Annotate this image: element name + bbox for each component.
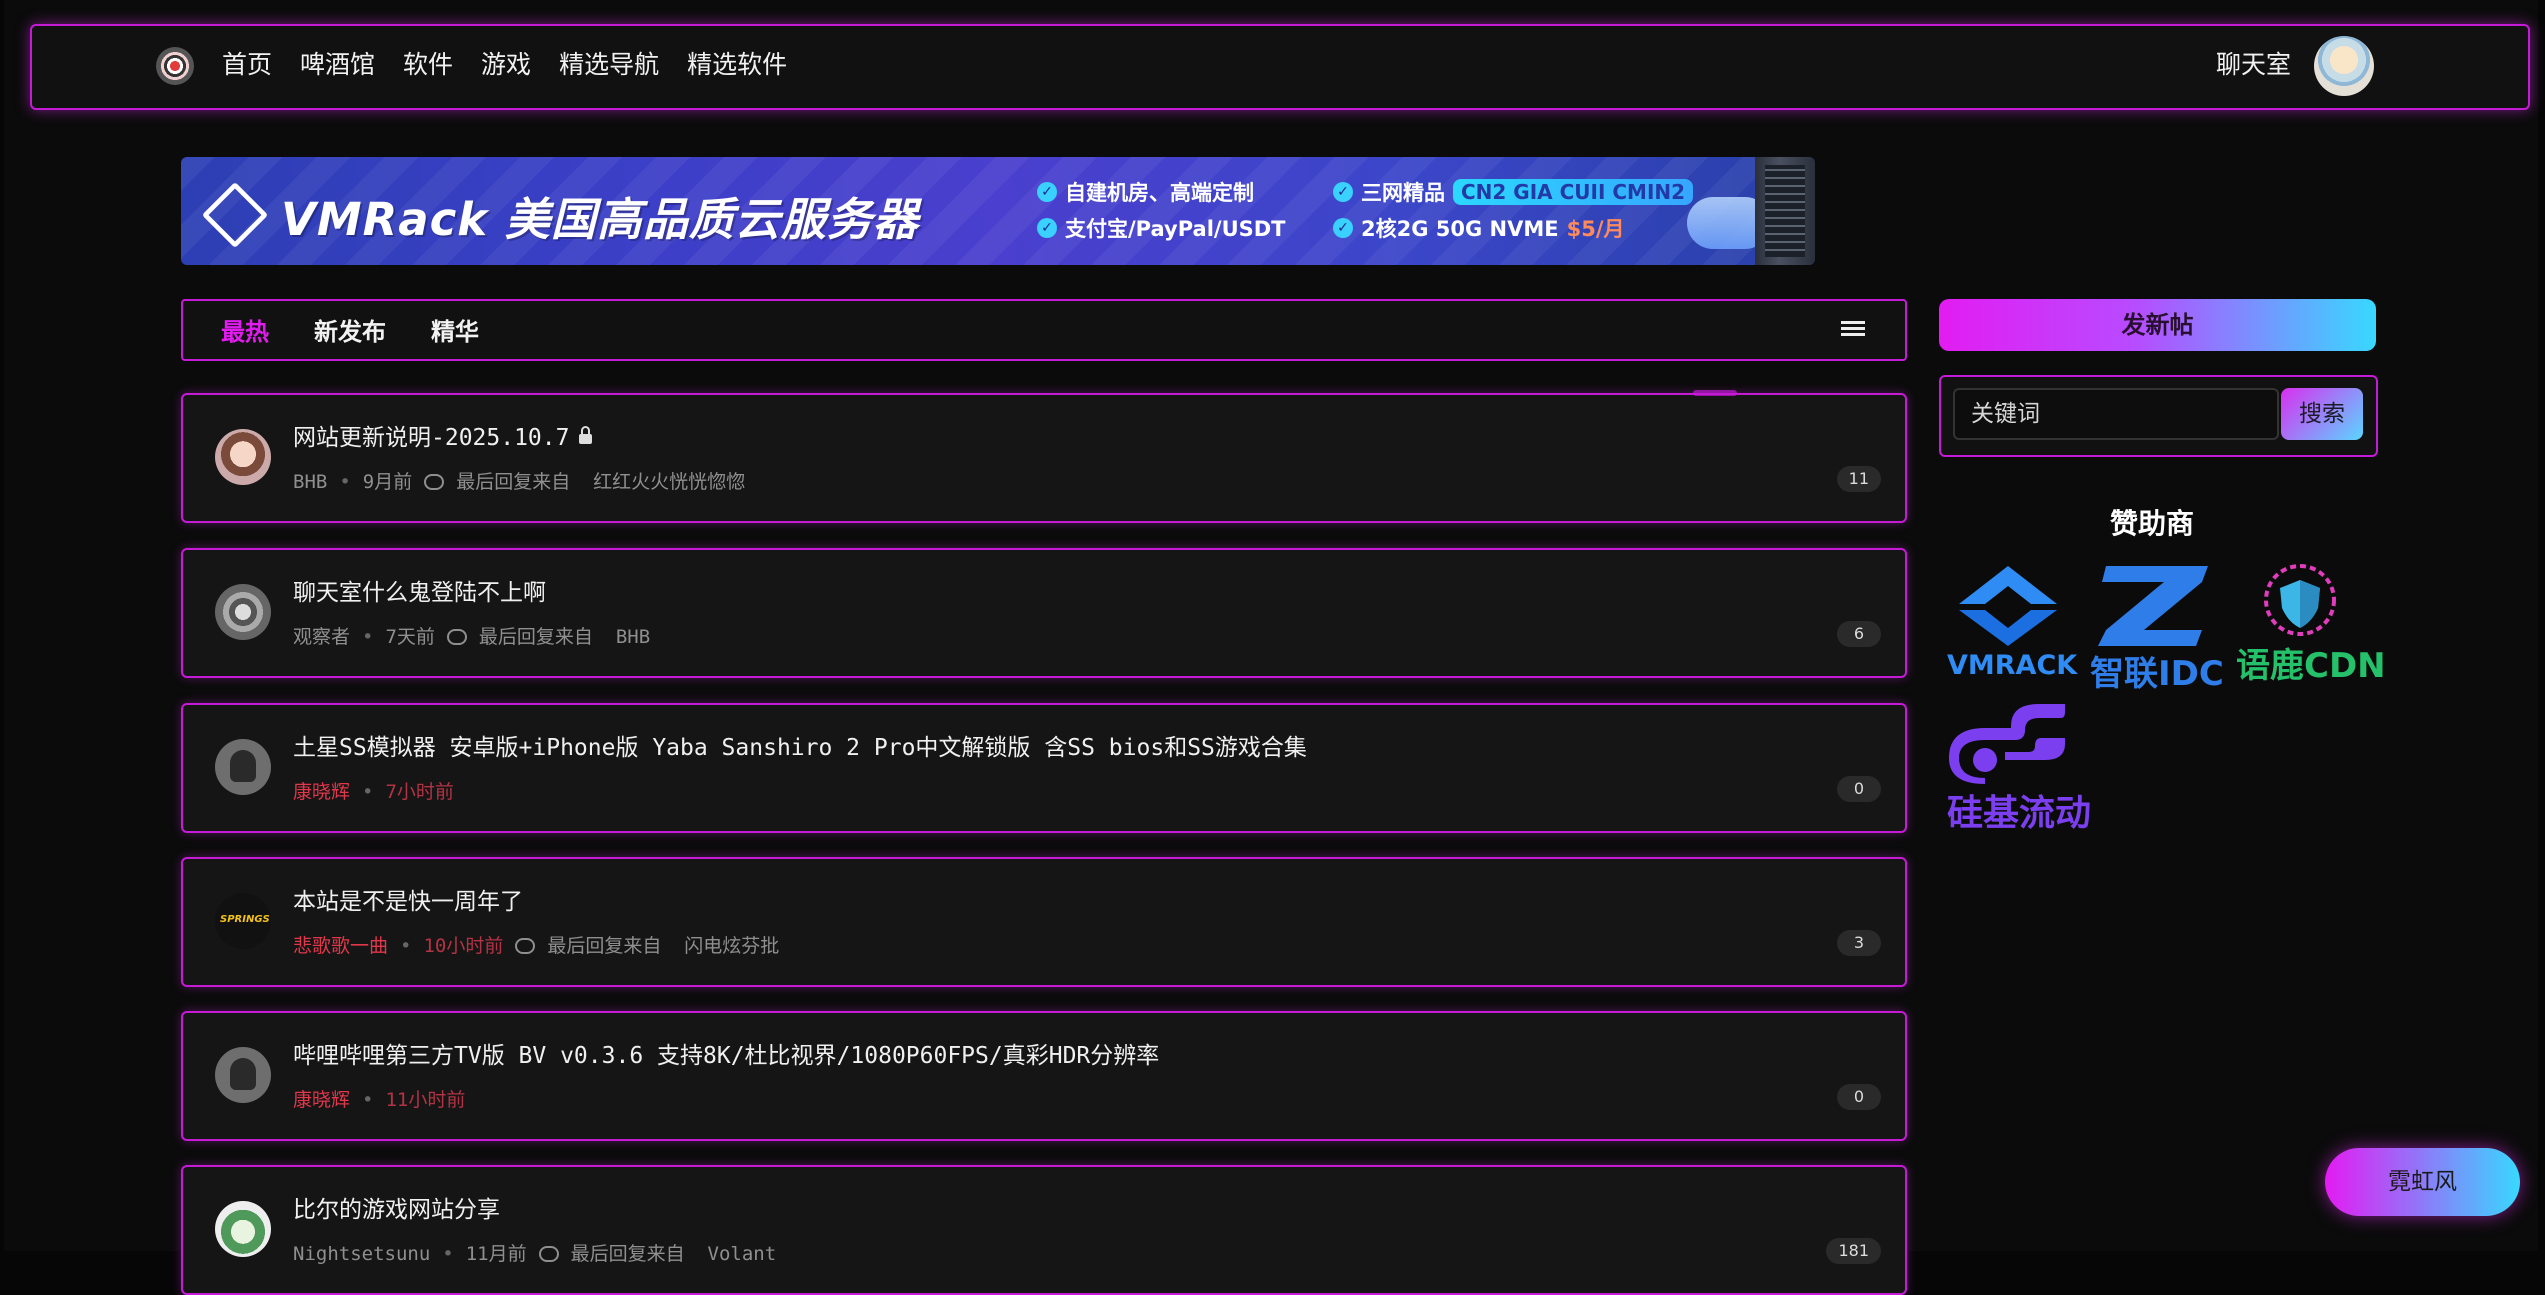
post-meta: Nightsetsunu • 11月前 最后回复来自 Volant (293, 1243, 777, 1265)
post-item[interactable]: 土星SS模拟器 安卓版+iPhone版 Yaba Sanshiro 2 Pro中… (181, 703, 1907, 833)
post-title[interactable]: 哔哩哔哩第三方TV版 BV v0.3.6 支持8K/杜比视界/1080P60FP… (293, 1041, 1159, 1071)
main-nav: 首页 啤酒馆 软件 游戏 精选导航 精选软件 (222, 48, 787, 82)
list-view-icon[interactable] (1841, 321, 1865, 341)
post-author[interactable]: Nightsetsunu (293, 1243, 430, 1265)
check-icon: ✓ (1333, 218, 1353, 238)
sort-tabs: 最热 新发布 精华 (181, 299, 1907, 361)
search-input[interactable] (1953, 388, 2279, 440)
post-author[interactable]: 悲歌歌一曲 (293, 935, 388, 957)
post-item[interactable]: 聊天室什么鬼登陆不上啊 观察者 • 7天前 最后回复来自 BHB 6 (181, 548, 1907, 678)
nav-software[interactable]: 软件 (403, 48, 453, 82)
post-item[interactable]: 比尔的游戏网站分享 Nightsetsunu • 11月前 最后回复来自 Volant… (181, 1165, 1907, 1295)
post-time: 7天前 (385, 626, 435, 648)
search-button[interactable]: 搜索 (2281, 388, 2363, 440)
last-reply-label: 最后回复来自 (456, 471, 571, 493)
post-time: 7小时前 (385, 781, 454, 803)
comment-icon (446, 629, 467, 645)
nav-home[interactable]: 首页 (222, 48, 272, 82)
comment-icon (538, 1246, 559, 1262)
reply-count: 181 (1826, 1238, 1881, 1264)
search-panel: 搜索 (1939, 375, 2378, 457)
banner-title: VMRack 美国高品质云服务器 (281, 193, 919, 246)
zhilian-logo-icon (2098, 566, 2208, 646)
post-time: 9月前 (362, 471, 413, 493)
last-reply-label: 最后回复来自 (478, 626, 593, 648)
comment-icon (515, 938, 536, 954)
new-post-button[interactable]: 发新帖 (1939, 299, 2376, 351)
post-author[interactable]: 康晓辉 (293, 1089, 350, 1111)
reply-count: 0 (1837, 776, 1881, 802)
sponsor-yulu-cdn[interactable]: 语鹿CDN (2236, 560, 2386, 686)
vmrack-banner-ad[interactable]: VMRack 美国高品质云服务器 ✓ 自建机房、高端定制 ✓ 支付宝/PayPa… (181, 157, 1815, 265)
post-title[interactable]: 本站是不是快一周年了 (293, 887, 523, 917)
tab-new[interactable]: 新发布 (314, 317, 386, 347)
reply-count: 3 (1837, 930, 1881, 956)
sponsors-heading: 赞助商 (2110, 507, 2195, 540)
banner-feature: ✓ 支付宝/PayPal/USDT (1037, 213, 1286, 243)
site-logo[interactable] (156, 47, 194, 85)
reply-count: 6 (1837, 621, 1881, 647)
author-avatar[interactable] (215, 584, 271, 640)
sponsor-siliconflow[interactable]: 硅基流动 (1945, 698, 2091, 838)
vmrack-logo-icon (1959, 566, 2057, 646)
post-time: 11月前 (465, 1243, 527, 1265)
author-avatar[interactable] (215, 893, 271, 949)
reply-count: 0 (1837, 1084, 1881, 1110)
post-meta: 观察者 • 7天前 最后回复来自 BHB (293, 626, 651, 648)
comment-icon (424, 474, 445, 490)
last-reply-user[interactable]: 红红火火恍恍惚惚 (593, 471, 745, 493)
post-item[interactable]: 本站是不是快一周年了 悲歌歌一曲•10小时前最后回复来自 闪电炫芬批 3 (181, 857, 1907, 987)
banner-feature: ✓ 自建机房、高端定制 (1037, 177, 1254, 207)
nav-featured-software[interactable]: 精选软件 (687, 48, 787, 82)
check-icon: ✓ (1333, 182, 1353, 202)
banner-feature: ✓ 三网精品 CN2 GIA CUII CMIN2 (1333, 177, 1694, 207)
post-item[interactable]: 哔哩哔哩第三方TV版 BV v0.3.6 支持8K/杜比视界/1080P60FP… (181, 1011, 1907, 1141)
nav-tavern[interactable]: 啤酒馆 (300, 48, 375, 82)
sponsor-zhilian-idc[interactable]: 智联IDC (2090, 560, 2224, 694)
theme-neon-button[interactable]: 霓虹风 (2325, 1148, 2520, 1216)
author-avatar[interactable] (215, 1201, 271, 1257)
reply-count: 11 (1836, 466, 1881, 492)
post-time: 10小时前 (423, 935, 504, 957)
last-reply-user[interactable]: BHB (616, 626, 650, 648)
user-avatar[interactable] (2314, 36, 2374, 96)
author-avatar[interactable] (215, 739, 271, 795)
check-icon: ✓ (1037, 218, 1057, 238)
sponsor-vmrack[interactable]: VMRACK (1945, 560, 2077, 686)
shield-icon (2264, 564, 2336, 636)
post-meta: 康晓辉 • 7小时前 (293, 781, 454, 803)
chatroom-link[interactable]: 聊天室 (2216, 48, 2291, 82)
lock-icon (579, 426, 593, 444)
post-title[interactable]: 土星SS模拟器 安卓版+iPhone版 Yaba Sanshiro 2 Pro中… (293, 733, 1307, 763)
vmrack-logo-icon (201, 181, 269, 249)
nav-games[interactable]: 游戏 (481, 48, 531, 82)
siliconflow-logo-icon (1949, 704, 2065, 784)
post-author[interactable]: 康晓辉 (293, 781, 350, 803)
author-avatar[interactable] (215, 429, 271, 485)
post-item[interactable]: 网站更新说明-2025.10.7 BHB • 9月前 最后回复来自 红红火火恍恍惚惚 … (181, 393, 1907, 523)
tab-featured[interactable]: 精华 (431, 317, 479, 347)
post-time: 11小时前 (385, 1089, 466, 1111)
post-title[interactable]: 网站更新说明-2025.10.7 (293, 423, 593, 453)
post-meta: BHB • 9月前 最后回复来自 红红火火恍恍惚惚 (293, 471, 746, 493)
last-reply-label: 最后回复来自 (570, 1243, 685, 1265)
nav-featured-links[interactable]: 精选导航 (559, 48, 659, 82)
check-icon: ✓ (1037, 182, 1057, 202)
banner-feature: ✓ 2核2G 50G NVME $5/月 (1333, 213, 1625, 243)
divider-glow (1693, 390, 1737, 396)
post-title[interactable]: 聊天室什么鬼登陆不上啊 (293, 578, 546, 608)
post-author[interactable]: 观察者 (293, 626, 350, 648)
post-title[interactable]: 比尔的游戏网站分享 (293, 1195, 500, 1225)
tab-hot[interactable]: 最热 (221, 317, 269, 347)
post-meta: 悲歌歌一曲 • 10小时前 最后回复来自 闪电炫芬批 (293, 935, 780, 957)
last-reply-user[interactable]: Volant (708, 1243, 777, 1265)
last-reply-label: 最后回复来自 (547, 935, 662, 957)
post-author[interactable]: BHB (293, 471, 327, 493)
post-meta: 康晓辉 • 11小时前 (293, 1089, 466, 1111)
last-reply-user[interactable]: 闪电炫芬批 (684, 935, 779, 957)
author-avatar[interactable] (215, 1047, 271, 1103)
server-rack-graphic (1755, 157, 1815, 265)
